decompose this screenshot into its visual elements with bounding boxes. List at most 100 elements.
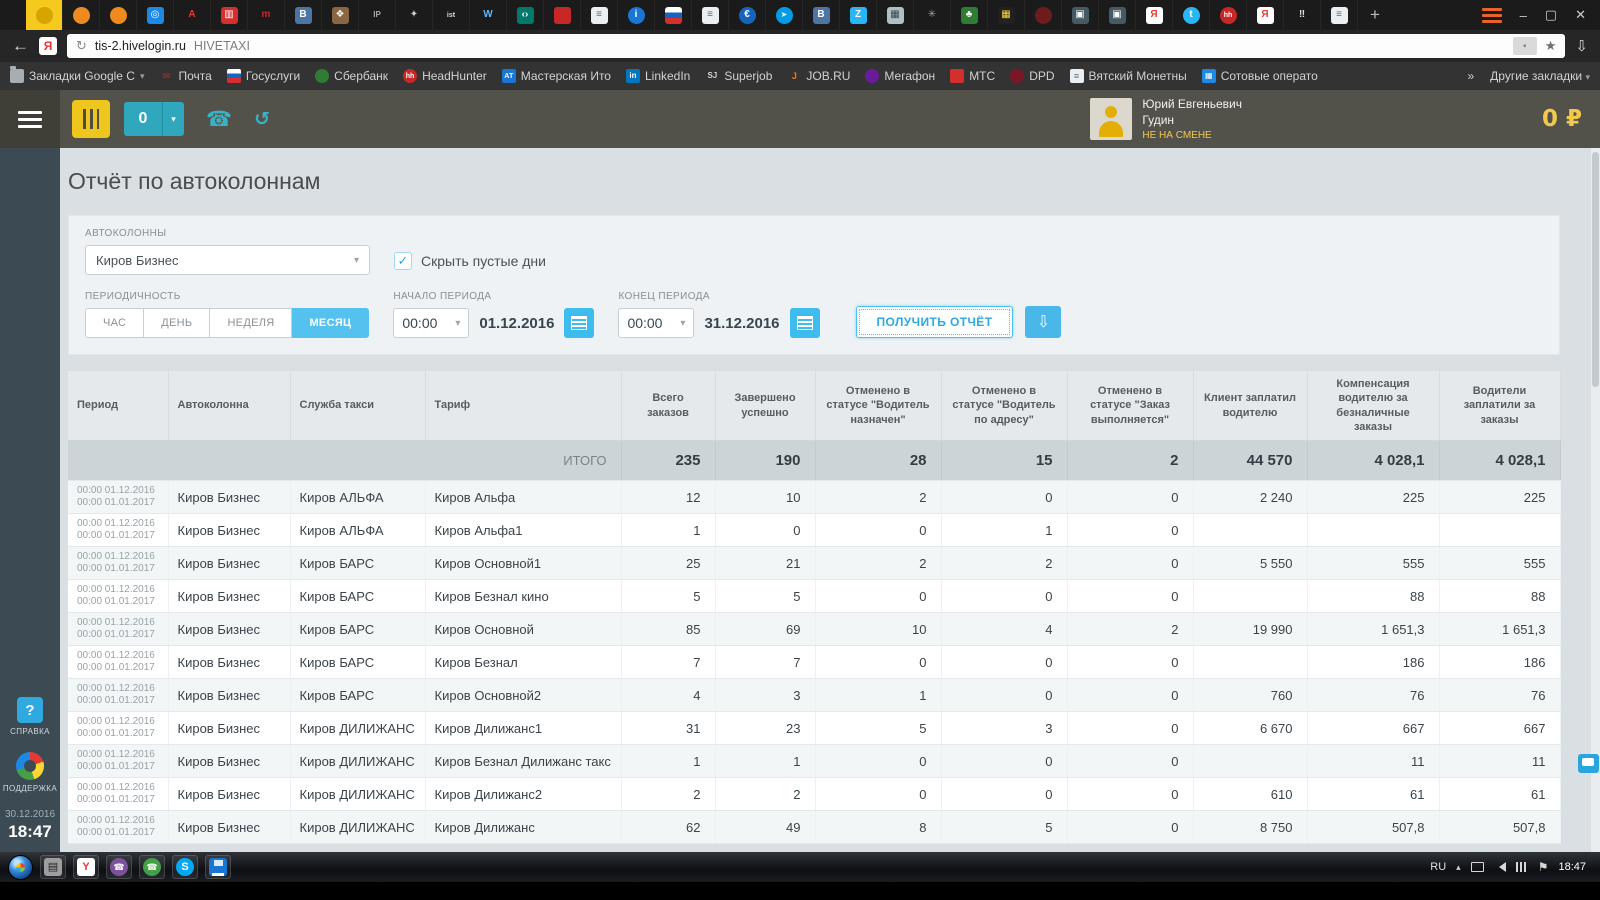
bookmark-item[interactable]: in LinkedIn [625,69,690,83]
browser-tab[interactable]: ✦ [396,0,433,30]
column-header[interactable]: Период [68,371,169,442]
browser-tab[interactable]: ‹› [507,0,544,30]
browser-tab[interactable] [655,0,692,30]
maximize-button[interactable]: ▢ [1545,7,1557,23]
table-row[interactable]: 00:00 01.12.2016 00:00 01.01.2017 Киров Би… [68,777,1561,812]
whatsapp-taskbar-button[interactable]: ☎ [139,855,165,879]
address-input[interactable]: ↻ tis-2.hivelogin.ru HIVETAXI ▪ ★ [67,34,1566,58]
browser-tab[interactable]: Z [840,0,877,30]
column-header[interactable]: Всего заказов [621,371,716,442]
minimize-button[interactable]: – [1520,8,1527,23]
column-header[interactable]: Служба такси [290,371,426,442]
browser-tab[interactable]: W [470,0,507,30]
hidden-icons-chevron[interactable]: ▴ [1456,862,1461,873]
downloads-icon[interactable]: ⇩ [1575,37,1588,55]
browser-tab[interactable]: m [248,0,285,30]
browser-tab[interactable]: i [618,0,655,30]
table-row[interactable]: 00:00 01.12.2016 00:00 01.01.2017 Киров Би… [68,513,1561,548]
browser-tab[interactable]: Я [1247,0,1284,30]
bookmark-item[interactable]: МТС [950,69,995,83]
bookmark-item[interactable]: Госуслуги [226,69,300,83]
start-date-value[interactable]: 01.12.2016 [479,315,554,332]
browser-tab[interactable]: ▥ [211,0,248,30]
yandex-browser-taskbar-button[interactable]: Y [73,855,99,879]
bookmark-item[interactable]: Сбербанк [315,69,388,83]
column-header[interactable]: Автоколонна [168,371,291,442]
table-row[interactable]: 00:00 01.12.2016 00:00 01.01.2017 Киров Би… [68,678,1561,713]
browser-menu-icon[interactable] [1481,7,1502,23]
save-taskbar-button[interactable] [205,855,231,879]
browser-tab[interactable]: t [1173,0,1210,30]
browser-tab[interactable]: € [729,0,766,30]
bookmark-item[interactable]: ✉ Почта [160,69,212,83]
column-header[interactable]: Отменено в статусе "Водитель назначен" [815,371,942,442]
bookmark-item[interactable]: DPD [1010,69,1055,83]
column-header[interactable]: Отменено в статусе "Заказ выполняется" [1067,371,1194,442]
browser-tab[interactable] [26,0,63,30]
bookmark-item[interactable]: АТ Мастерская Ито [501,69,611,83]
column-header[interactable]: Завершено успешно [715,371,816,442]
table-row[interactable]: 00:00 01.12.2016 00:00 01.01.2017 Киров Би… [68,612,1561,647]
bookmark-item[interactable]: J JOB.RU [787,69,851,83]
bookmark-item[interactable]: hh HeadHunter [403,69,487,83]
browser-tab[interactable]: В [285,0,322,30]
scrollbar-thumb[interactable] [1592,152,1599,387]
clock[interactable]: 18:47 [1558,861,1586,873]
download-report-button[interactable]: ⇩ [1025,306,1062,338]
group-select[interactable]: Киров Бизнес ▾ [85,245,370,275]
viber-taskbar-button[interactable]: ☎ [106,855,132,879]
network-icon[interactable] [1515,862,1528,872]
reload-icon[interactable]: ↻ [76,38,87,54]
new-tab-button[interactable]: + [1358,0,1392,30]
period-option-день[interactable]: ДЕНЬ [144,308,211,338]
table-row[interactable]: 00:00 01.12.2016 00:00 01.01.2017 Киров Би… [68,480,1561,515]
period-option-месяц[interactable]: МЕСЯЦ [292,308,370,338]
bookmark-item[interactable]: Закладки Google С ▾ [10,66,145,83]
app-menu-button[interactable] [0,90,60,148]
browser-tab[interactable]: ▣ [1062,0,1099,30]
back-icon[interactable]: ← [12,36,29,56]
browser-tab[interactable] [544,0,581,30]
browser-tab[interactable]: ist [433,0,470,30]
column-header[interactable]: Клиент заплатил водителю [1193,371,1308,442]
bookmark-item[interactable]: ≡ Вятский Монетны [1069,69,1187,83]
bookmark-item[interactable]: ▦ Сотовые операто [1201,69,1318,83]
table-row[interactable]: 00:00 01.12.2016 00:00 01.01.2017 Киров Би… [68,810,1561,845]
browser-tab[interactable]: ♣ [951,0,988,30]
browser-tab[interactable]: ≡ [692,0,729,30]
orders-counter[interactable]: 0 ▾ [124,102,184,136]
table-row[interactable]: 00:00 01.12.2016 00:00 01.01.2017 Киров Би… [68,711,1561,746]
column-header[interactable]: Водители заплатили за заказы [1439,371,1561,442]
close-button[interactable]: ✕ [1575,7,1586,23]
table-row[interactable]: 00:00 01.12.2016 00:00 01.01.2017 Киров Би… [68,546,1561,581]
start-time-select[interactable]: 00:00 ▾ [393,308,470,338]
chat-widget-icon[interactable] [1578,754,1599,773]
browser-tab[interactable]: ➤ [766,0,803,30]
browser-tab[interactable]: hh [1210,0,1247,30]
support-button[interactable]: ПОДДЕРЖКА [3,752,57,793]
yandex-logo-icon[interactable]: Я [39,37,57,55]
display-icon[interactable] [1470,862,1484,872]
history-icon[interactable]: ↺ [254,108,270,131]
browser-tab[interactable]: ◎ [137,0,174,30]
start-calendar-icon[interactable] [564,308,595,338]
column-header[interactable]: Отменено в статусе "Водитель по адресу" [941,371,1068,442]
other-bookmarks-button[interactable]: Другие закладки ▾ [1490,69,1590,83]
bookmark-star-icon[interactable]: ★ [1545,38,1557,54]
browser-tab[interactable]: ≡ [581,0,618,30]
volume-icon[interactable] [1494,862,1506,872]
period-option-неделя[interactable]: НЕДЕЛЯ [210,308,293,338]
column-header[interactable]: Компенсация водителю за безналичные зака… [1307,371,1440,442]
protect-shield-icon[interactable]: ▪ [1512,37,1537,55]
bookmark-item[interactable]: SJ Superjob [705,69,772,83]
browser-tab[interactable]: IP [359,0,396,30]
table-row[interactable]: 00:00 01.12.2016 00:00 01.01.2017 Киров Би… [68,579,1561,614]
language-indicator[interactable]: RU [1430,861,1446,873]
get-report-button[interactable]: ПОЛУЧИТЬ ОТЧЁТ [855,306,1014,338]
browser-tab[interactable] [100,0,137,30]
browser-tab[interactable] [63,0,100,30]
browser-tab[interactable] [1025,0,1062,30]
column-header[interactable]: Тариф [425,371,622,442]
chevron-down-icon[interactable]: ▾ [162,102,184,136]
browser-tab[interactable]: ✳ [914,0,951,30]
